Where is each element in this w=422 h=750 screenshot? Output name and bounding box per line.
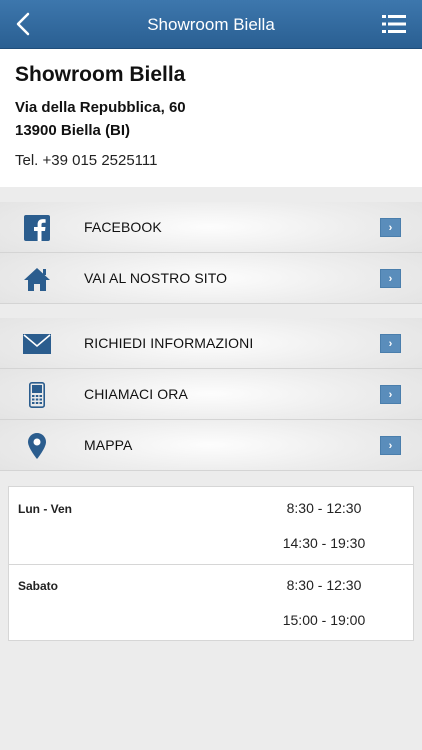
- phone-number: Tel. +39 015 2525111: [15, 152, 158, 169]
- chevron-right-icon[interactable]: ›: [380, 436, 401, 455]
- facebook-icon: [22, 214, 52, 242]
- menu-button[interactable]: [376, 7, 412, 41]
- address-line-2: 13900 Biella (BI): [15, 122, 131, 139]
- map-pin-icon: [22, 432, 52, 460]
- menu-item-website[interactable]: VAI AL NOSTRO SITO ›: [0, 253, 422, 304]
- menu-item-label: CHIAMACI ORA: [84, 386, 188, 402]
- hours-day-label: Sabato: [18, 579, 59, 593]
- menu-item-label: MAPPA: [84, 437, 133, 453]
- menu-item-label: VAI AL NOSTRO SITO: [84, 270, 228, 286]
- list-menu-icon: [382, 15, 406, 33]
- social-links-group: FACEBOOK › VAI AL NOSTRO SITO ›: [0, 202, 422, 304]
- menu-item-map[interactable]: MAPPA ›: [0, 420, 422, 471]
- address-line-1: Via della Repubblica, 60: [15, 99, 186, 116]
- store-info-card: Showroom Biella Via della Repubblica, 60…: [0, 49, 422, 187]
- chevron-right-icon[interactable]: ›: [380, 334, 401, 353]
- hours-time-afternoon: 14:30 - 19:30: [282, 535, 366, 551]
- envelope-icon: [22, 330, 52, 358]
- chevron-left-icon: [16, 12, 30, 36]
- chevron-right-icon[interactable]: ›: [380, 269, 401, 288]
- chevron-right-icon[interactable]: ›: [380, 385, 401, 404]
- page-title: Showroom Biella: [147, 15, 275, 34]
- contact-actions-group: RICHIEDI INFORMAZIONI › CHIAMACI ORA › M…: [0, 318, 422, 471]
- hours-time-morning: 8:30 - 12:30: [286, 500, 362, 516]
- phone-icon: [22, 381, 52, 409]
- menu-item-request-info[interactable]: RICHIEDI INFORMAZIONI ›: [0, 318, 422, 369]
- back-button[interactable]: [6, 7, 40, 41]
- menu-item-call-now[interactable]: CHIAMACI ORA ›: [0, 369, 422, 420]
- menu-item-label: RICHIEDI INFORMAZIONI: [84, 335, 254, 351]
- hours-divider: [9, 564, 413, 565]
- home-icon: [22, 265, 52, 293]
- store-name: Showroom Biella: [15, 63, 186, 86]
- hours-time-afternoon: 15:00 - 19:00: [282, 612, 366, 628]
- hours-time-morning: 8:30 - 12:30: [286, 577, 362, 593]
- opening-hours-card: Lun - Ven 8:30 - 12:30 14:30 - 19:30 Sab…: [8, 486, 414, 641]
- menu-item-facebook[interactable]: FACEBOOK ›: [0, 202, 422, 253]
- navigation-bar: Showroom Biella: [0, 0, 422, 49]
- hours-day-label: Lun - Ven: [18, 502, 72, 516]
- chevron-right-icon[interactable]: ›: [380, 218, 401, 237]
- menu-item-label: FACEBOOK: [84, 219, 162, 235]
